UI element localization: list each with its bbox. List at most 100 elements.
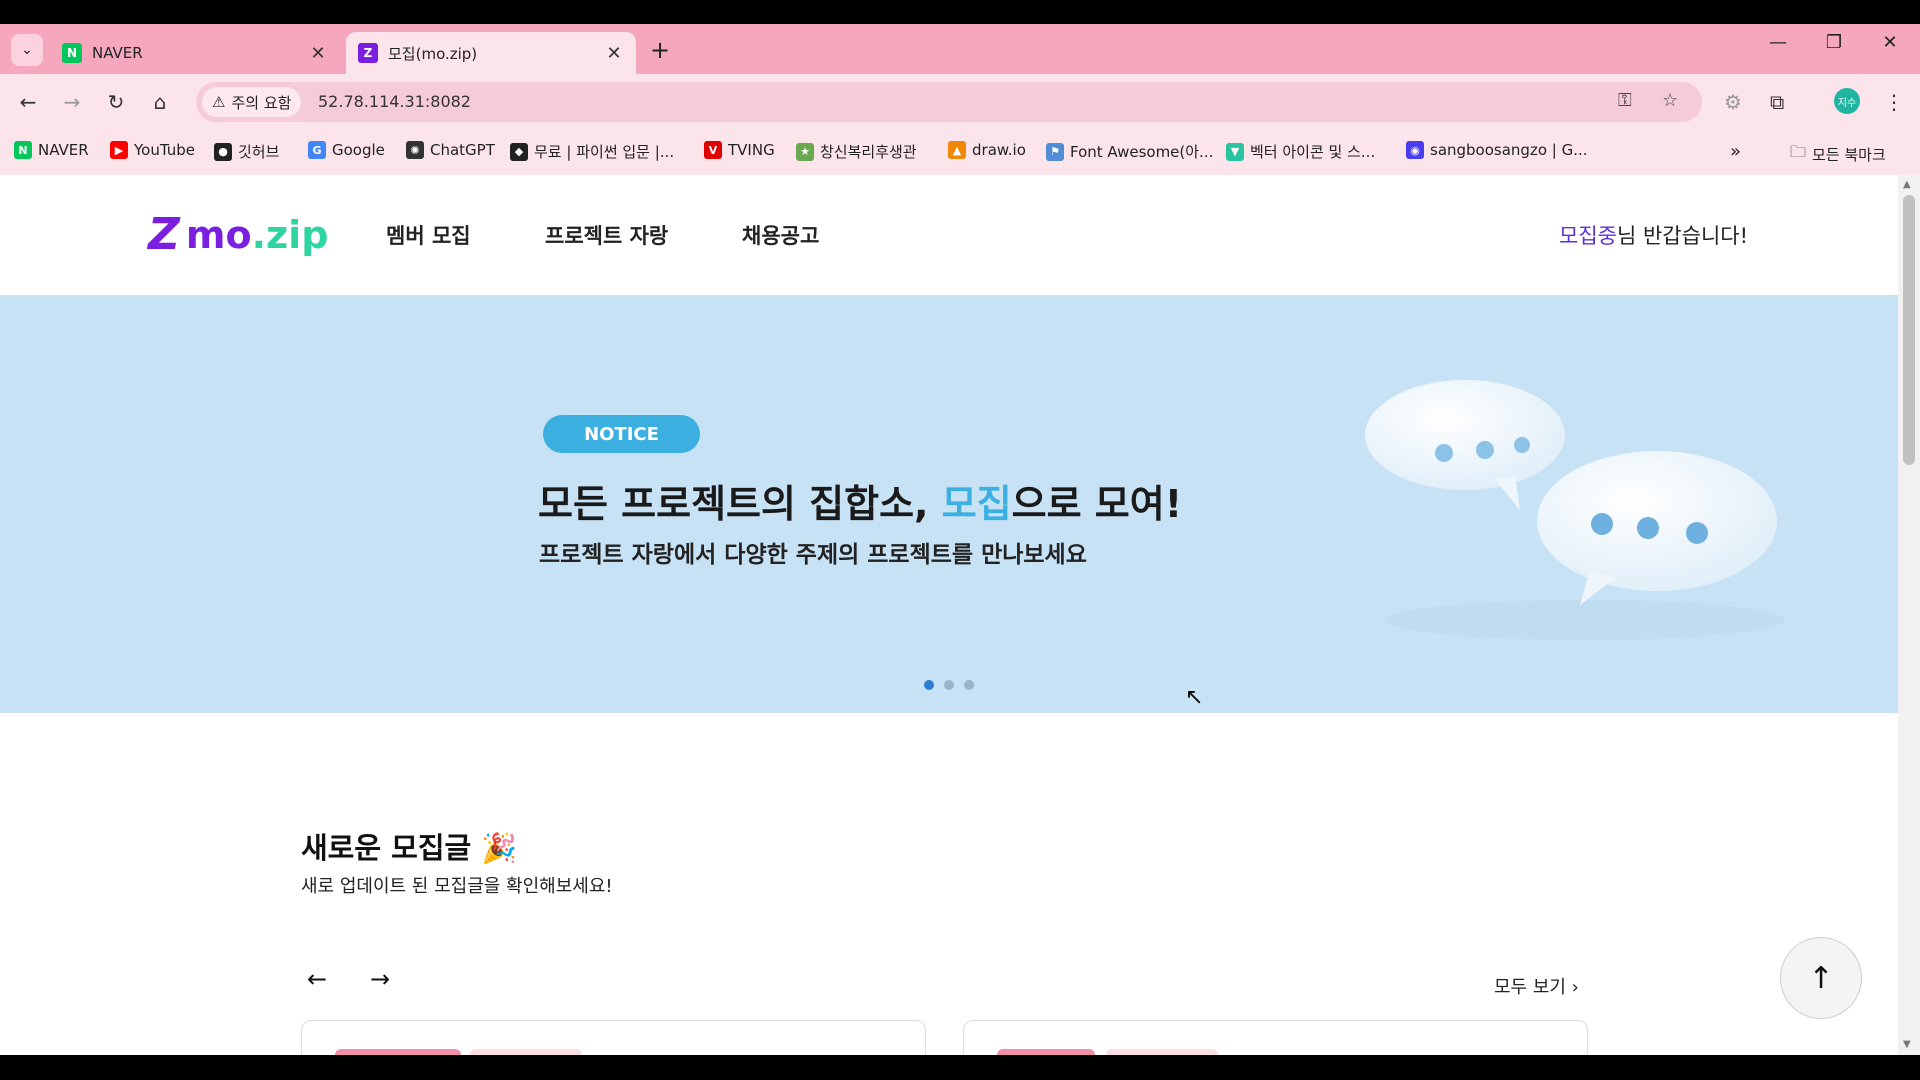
- back-button[interactable]: ←: [14, 88, 42, 116]
- logo-text: mo.zip: [186, 213, 328, 257]
- bookmarks-overflow-button[interactable]: »: [1730, 141, 1741, 162]
- extension-icon[interactable]: ⚙: [1724, 90, 1742, 114]
- forward-button[interactable]: →: [58, 88, 86, 116]
- all-bookmarks-label: 모든 북마크: [1812, 146, 1886, 164]
- party-popper-icon: 🎉: [481, 831, 518, 865]
- home-button[interactable]: ⌂: [146, 88, 174, 116]
- welfare-icon: ★: [796, 142, 814, 161]
- logo-text-main: mo: [185, 212, 252, 257]
- recent-title-text: 새로운 모집글: [301, 831, 472, 865]
- carousel-next-button[interactable]: →: [360, 965, 400, 993]
- security-label: 주의 요함: [231, 93, 292, 112]
- maximize-button[interactable]: ❐: [1812, 32, 1856, 53]
- security-chip[interactable]: ⚠ 주의 요함: [202, 87, 302, 117]
- tving-icon: V: [704, 141, 722, 159]
- tab-mozip[interactable]: Z 모집(mo.zip) ✕: [346, 32, 636, 74]
- nav-project-showcase[interactable]: 프로젝트 자랑: [545, 220, 668, 250]
- menu-icon[interactable]: ⋮: [1884, 90, 1904, 114]
- bookmark-item[interactable]: ▲ draw.io: [948, 141, 1026, 159]
- star-icon[interactable]: ☆: [1662, 90, 1678, 111]
- post-tag: [997, 1049, 1095, 1055]
- hero-banner: NOTICE 모든 프로젝트의 집합소, 모집으로 모여! 프로젝트 자랑에서 …: [0, 295, 1898, 713]
- bookmark-item[interactable]: ● 깃허브: [214, 141, 279, 162]
- logo-text-sub: .zip: [251, 212, 329, 257]
- bookmark-label: TVING: [728, 141, 775, 159]
- nav-member-recruit[interactable]: 멤버 모집: [386, 220, 471, 250]
- address-bar[interactable]: ⚠ 주의 요함 52.78.114.31:8082 ⚿ ☆: [196, 82, 1702, 122]
- view-all-link[interactable]: 모두 보기 ›: [1494, 973, 1579, 999]
- bookmark-item[interactable]: N NAVER: [14, 141, 89, 159]
- naver-icon: N: [14, 141, 32, 159]
- all-bookmarks-button[interactable]: 🗀 모든 북마크: [1790, 141, 1886, 168]
- hero-subtitle: 프로젝트 자랑에서 다양한 주제의 프로젝트를 만나보세요: [539, 542, 1087, 568]
- bookmarks-bar: N NAVER ▶ YouTube ● 깃허브 G Google ✺ ChatGPT ◆ 무…: [0, 130, 1920, 175]
- bookmark-item[interactable]: ★ 창신복리후생관: [796, 141, 917, 162]
- bookmark-item[interactable]: ◉ sangboosangzo | G...: [1406, 141, 1588, 159]
- naver-favicon-icon: N: [62, 43, 82, 63]
- post-tag: [335, 1049, 461, 1055]
- carousel-indicator: [924, 680, 974, 690]
- bookmark-item[interactable]: ✺ ChatGPT: [406, 141, 495, 159]
- bookmark-label: Google: [332, 141, 385, 159]
- bookmark-label: NAVER: [38, 141, 89, 159]
- carousel-dot[interactable]: [924, 680, 934, 690]
- carousel-prev-button[interactable]: ←: [297, 965, 337, 993]
- bookmark-item[interactable]: V TVING: [704, 141, 775, 159]
- site-logo[interactable]: Z mo.zip: [148, 209, 328, 260]
- close-icon[interactable]: ✕: [308, 43, 328, 64]
- google-icon: G: [308, 141, 326, 159]
- bookmark-item[interactable]: ⚑ Font Awesome(아...: [1046, 141, 1213, 162]
- user-greeting[interactable]: 모집중님 반갑습니다!: [1559, 220, 1748, 250]
- bookmark-item[interactable]: ▼ 벡터 아이콘 및 스...: [1226, 141, 1375, 162]
- carousel-dot[interactable]: [964, 680, 974, 690]
- hero-title-pre: 모든 프로젝트의 집합소,: [538, 482, 942, 526]
- logo-mark: Z: [148, 209, 180, 260]
- site-header: Z mo.zip 멤버 모집 프로젝트 자랑 채용공고 모집중님 반갑습니다!: [0, 175, 1898, 295]
- browser-toolbar: ← → ↻ ⌂ ⚠ 주의 요함 52.78.114.31:8082 ⚿ ☆ ⚙ …: [0, 74, 1920, 130]
- bookmark-item[interactable]: ◆ 무료 | 파이썬 입문 |...: [510, 141, 674, 162]
- folder-icon: 🗀: [1790, 142, 1807, 161]
- tab-title: NAVER: [92, 44, 143, 62]
- scroll-thumb[interactable]: [1903, 195, 1915, 465]
- scroll-to-top-button[interactable]: ↑: [1780, 937, 1862, 1019]
- chatgpt-icon: ✺: [406, 141, 424, 159]
- greeting-text: 님 반갑습니다!: [1616, 224, 1748, 248]
- post-card[interactable]: [963, 1020, 1588, 1055]
- puzzle-icon[interactable]: ⧉: [1770, 90, 1784, 114]
- bookmark-label: draw.io: [972, 141, 1026, 159]
- page-viewport: Z mo.zip 멤버 모집 프로젝트 자랑 채용공고 모집중님 반갑습니다! …: [0, 175, 1898, 1055]
- scroll-down-icon[interactable]: ▼: [1903, 1039, 1911, 1050]
- browser-window: ⌄ N NAVER ✕ Z 모집(mo.zip) ✕ + — ❐ ✕ ← → ↻…: [0, 0, 1920, 1080]
- font-awesome-icon: ⚑: [1046, 142, 1064, 161]
- reload-button[interactable]: ↻: [102, 88, 130, 116]
- bookmark-label: YouTube: [134, 141, 195, 159]
- bookmark-label: 무료 | 파이썬 입문 |...: [534, 143, 675, 161]
- bookmark-item[interactable]: ▶ YouTube: [110, 141, 195, 159]
- carousel-dot[interactable]: [944, 680, 954, 690]
- minimize-button[interactable]: —: [1756, 32, 1800, 53]
- tab-search-button[interactable]: ⌄: [11, 34, 43, 66]
- tab-strip: ⌄ N NAVER ✕ Z 모집(mo.zip) ✕ + — ❐ ✕: [0, 24, 1920, 74]
- bookmark-label: 창신복리후생관: [820, 143, 917, 161]
- post-card[interactable]: [301, 1020, 926, 1055]
- recent-section-subtitle: 새로 업데이트 된 모집글을 확인해보세요!: [301, 876, 613, 897]
- youtube-icon: ▶: [110, 141, 128, 159]
- bookmark-item[interactable]: G Google: [308, 141, 385, 159]
- scroll-up-icon[interactable]: ▲: [1903, 179, 1911, 190]
- nav-job-postings[interactable]: 채용공고: [742, 220, 819, 250]
- url-text[interactable]: 52.78.114.31:8082: [318, 92, 471, 111]
- bookmark-label: Font Awesome(아...: [1070, 143, 1214, 161]
- recent-section-title: 새로운 모집글 🎉: [301, 825, 517, 867]
- bookmark-label: sangboosangzo | G...: [1430, 141, 1588, 159]
- tab-naver[interactable]: N NAVER ✕: [50, 32, 340, 74]
- tab-title: 모집(mo.zip): [388, 44, 478, 63]
- python-course-icon: ◆: [510, 142, 528, 161]
- page-scrollbar[interactable]: ▲ ▼: [1898, 175, 1920, 1055]
- close-icon[interactable]: ✕: [604, 43, 624, 64]
- bookmark-label: 깃허브: [238, 143, 280, 161]
- close-window-button[interactable]: ✕: [1868, 32, 1912, 53]
- github-icon: ●: [214, 142, 232, 161]
- key-icon[interactable]: ⚿: [1618, 90, 1632, 111]
- new-tab-button[interactable]: +: [650, 36, 670, 64]
- profile-avatar[interactable]: 지수: [1834, 88, 1860, 114]
